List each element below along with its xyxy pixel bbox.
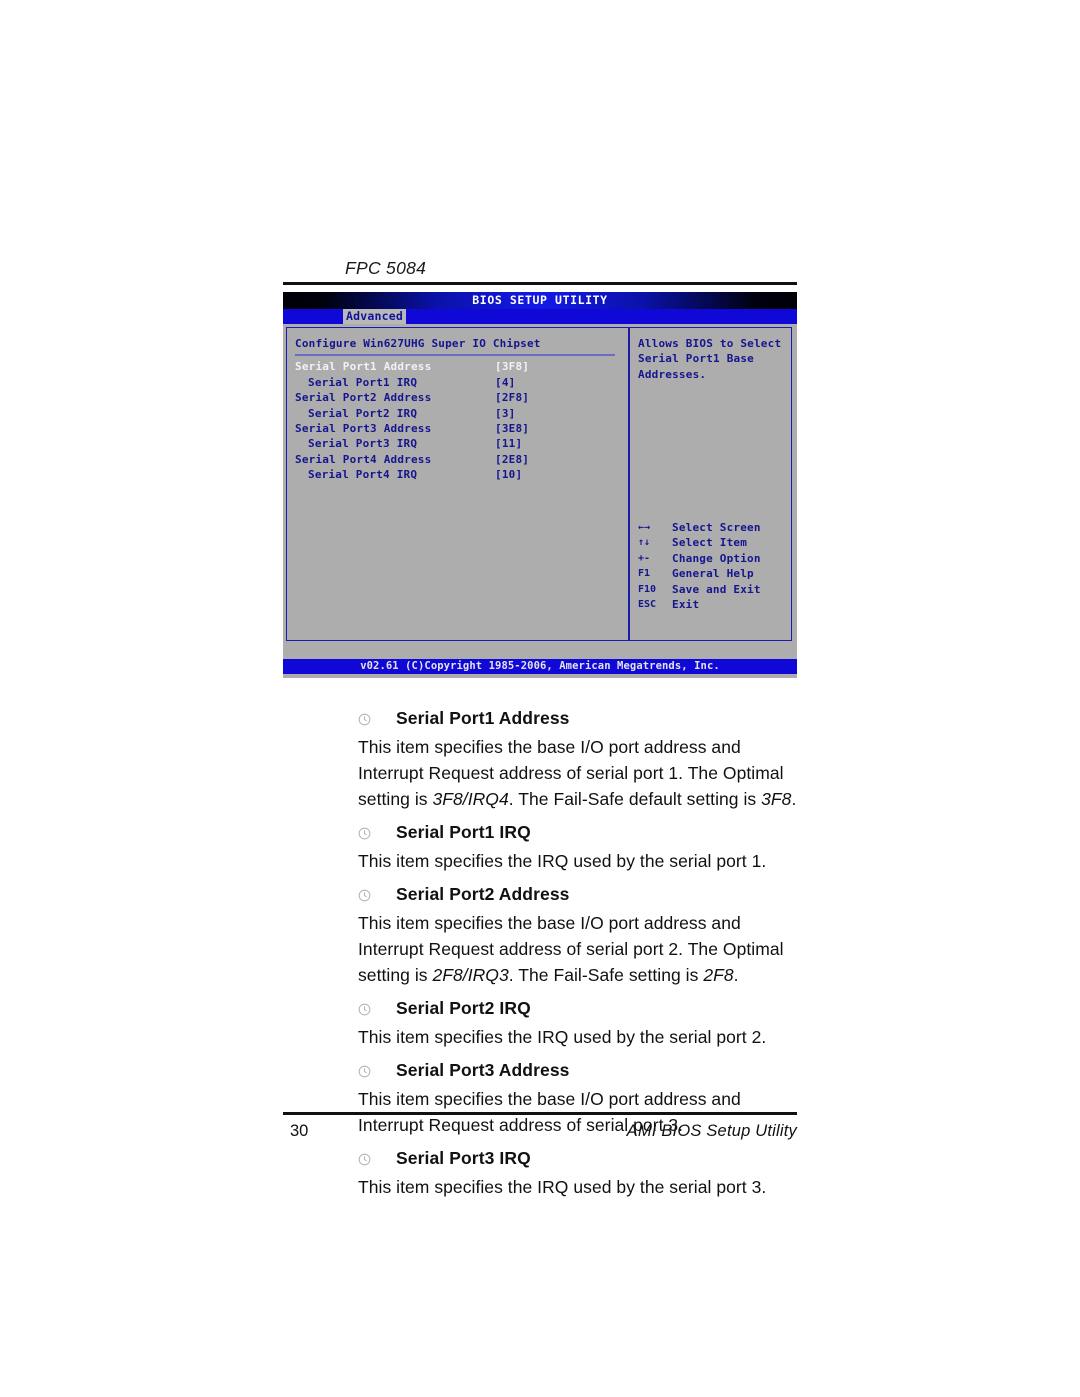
clock-bullet-icon [358,1003,371,1016]
bios-key-glyph-icon: +- [638,552,651,564]
bios-option-label: Serial Port3 IRQ [308,437,418,451]
clock-bullet-icon [358,713,371,726]
bios-key-glyph-icon: ↑↓ [638,537,651,549]
description-body: This item specifies the IRQ used by the … [358,1177,767,1197]
bios-option-list: Serial Port1 Address [3F8] Serial Port1 IR… [295,359,625,482]
bios-copyright: v02.61 (C)Copyright 1985-2006, American … [360,660,720,672]
description-item: Serial Port2 Address This item specifies … [283,884,799,988]
tab-advanced[interactable]: Advanced [343,309,406,324]
running-head: FPC 5084 [345,258,427,278]
description-title: Serial Port2 Address [396,884,570,904]
bios-option-row[interactable]: Serial Port3 Address [3E8] [295,421,625,436]
description-title: Serial Port3 Address [396,1060,570,1080]
bios-key-legend: ←→ Select Screen ↑↓ Select Item +- Change Opt… [638,520,788,612]
description-body: This item specifies the base I/O port ad… [358,737,797,809]
page-number: 30 [290,1122,309,1140]
bios-key-glyph-icon: ←→ [638,522,651,533]
bios-option-row[interactable]: Serial Port4 Address [2E8] [295,452,625,467]
bios-section-header: Configure Win627UHG Super IO Chipset [295,337,541,350]
bios-option-label: Serial Port2 Address [295,391,432,405]
bios-option-row[interactable]: Serial Port2 Address [2F8] [295,390,625,405]
description-heading: Serial Port3 Address [283,1060,799,1086]
description-body: This item specifies the base I/O port ad… [358,913,784,985]
description-heading: Serial Port2 IRQ [283,998,799,1024]
bios-help-line: Allows BIOS to Select [638,337,782,350]
description-body: This item specifies the IRQ used by the … [358,851,767,871]
bios-help-line: Addresses. [638,367,707,381]
clock-bullet-icon [358,889,371,902]
bios-option-row[interactable]: Serial Port4 IRQ [10] [295,467,625,482]
bios-option-value[interactable]: [3E8] [495,421,529,436]
bios-option-value[interactable]: [10] [495,467,522,482]
clock-bullet-icon [358,1065,371,1078]
bios-key-row: ←→ Select Screen [638,520,788,535]
bios-option-value[interactable]: [3F8] [495,359,529,374]
bios-bottom-edge [283,674,797,678]
description-item: Serial Port1 Address This item specifies … [283,708,799,812]
footer-label: AMI BIOS Setup Utility [626,1122,797,1140]
bios-option-row[interactable]: Serial Port1 IRQ [4] [295,375,625,390]
header-rule [283,282,797,285]
bios-key-glyph-icon: F1 [638,568,651,580]
description-heading: Serial Port1 IRQ [283,822,799,848]
bios-key-description: Select Screen [672,521,761,534]
description-body: This item specifies the IRQ used by the … [358,1027,767,1047]
bios-option-row[interactable]: Serial Port1 Address [3F8] [295,359,625,374]
bios-settings-pane: Configure Win627UHG Super IO Chipset Ser… [295,336,625,483]
bios-option-value[interactable]: [3] [495,406,515,421]
clock-bullet-icon [358,1153,371,1166]
bios-option-label: Serial Port2 IRQ [308,406,418,420]
description-heading: Serial Port3 IRQ [283,1148,799,1174]
description-heading: Serial Port1 Address [283,708,799,734]
bios-key-glyph-icon: F10 [638,583,657,595]
bios-option-label: Serial Port1 Address [295,360,432,374]
bios-option-value[interactable]: [4] [495,375,515,390]
bios-option-value[interactable]: [11] [495,436,522,451]
bios-pane-divider [628,327,630,641]
description-heading: Serial Port2 Address [283,884,799,910]
bios-option-label: Serial Port4 IRQ [308,468,418,482]
bios-option-label: Serial Port4 Address [295,452,432,466]
bios-key-description: Select Item [672,536,748,550]
clock-bullet-icon [358,827,371,840]
bios-key-description: Save and Exit [672,582,761,596]
bios-option-value[interactable]: [2F8] [495,390,529,405]
bios-key-description: General Help [672,567,754,581]
description-title: Serial Port2 IRQ [396,998,531,1018]
description-item: Serial Port1 IRQ This item specifies the … [283,822,799,874]
bios-key-row: F10 Save and Exit [638,582,788,597]
bios-help-line: Serial Port1 Base [638,352,754,366]
description-title: Serial Port1 IRQ [396,822,531,842]
bios-option-label: Serial Port3 Address [295,421,432,435]
bios-key-row: ESC Exit [638,597,788,612]
bios-setup-screenshot: BIOS SETUP UTILITY Advanced Configure Wi… [283,292,797,678]
bios-option-row[interactable]: Serial Port3 IRQ [11] [295,436,625,451]
description-title: Serial Port3 IRQ [396,1148,531,1168]
bios-footer-bar: v02.61 (C)Copyright 1985-2006, American … [283,659,797,674]
bios-key-description: Change Option [672,551,761,565]
bios-option-row[interactable]: Serial Port2 IRQ [3] [295,406,625,421]
description-item: Serial Port2 IRQ This item specifies the … [283,998,799,1050]
bios-option-label: Serial Port1 IRQ [308,375,418,389]
manual-page: FPC 5084 BIOS SETUP UTILITY Advanced Con… [0,0,1080,1397]
description-title: Serial Port1 Address [396,708,570,728]
bios-key-row: +- Change Option [638,551,788,566]
bios-help-text: Allows BIOS to Select Serial Port1 Base Ad… [638,336,786,382]
bios-help-pane: Allows BIOS to Select Serial Port1 Base Ad… [638,336,786,382]
bios-title: BIOS SETUP UTILITY [472,293,608,307]
footer-rule [283,1112,797,1115]
bios-key-row: F1 General Help [638,566,788,581]
bios-key-glyph-icon: ESC [638,598,657,610]
description-item: Serial Port3 IRQ This item specifies the … [283,1148,799,1200]
bios-option-value[interactable]: [2E8] [495,452,529,467]
bios-key-row: ↑↓ Select Item [638,535,788,550]
bios-section-rule [295,354,615,357]
bios-key-description: Exit [672,597,700,611]
